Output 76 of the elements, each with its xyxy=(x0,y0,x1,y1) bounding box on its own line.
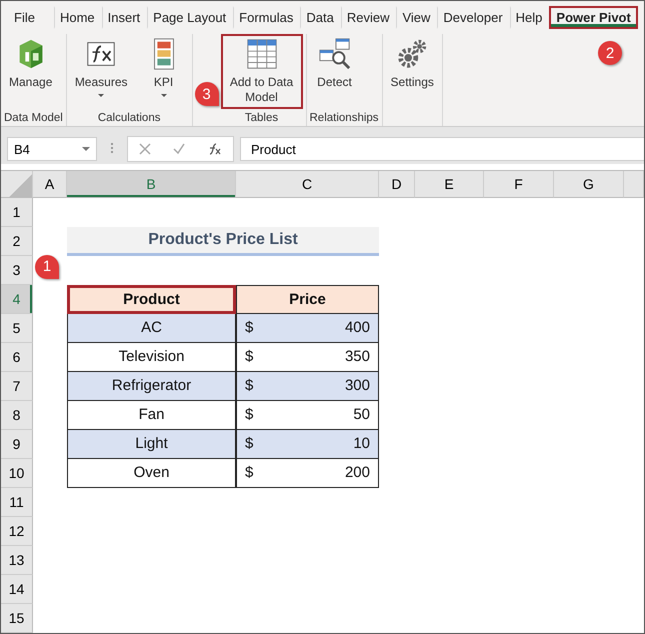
callout-marker: 1 xyxy=(35,254,59,279)
ribbon-tab[interactable]: Formulas xyxy=(233,6,300,30)
row-header[interactable]: 8 xyxy=(1,400,33,430)
ribbon-tab[interactable]: Power Pivot xyxy=(549,6,638,30)
column-header[interactable] xyxy=(624,170,644,198)
price-value: 300 xyxy=(344,377,370,394)
ribbon-button[interactable]: KPI xyxy=(138,34,188,109)
table-cell: Oven xyxy=(67,458,236,488)
ribbon-tab[interactable]: Help xyxy=(510,6,550,30)
currency-sign: $ xyxy=(245,377,254,394)
row-header[interactable]: 5 xyxy=(1,314,33,343)
ribbon-button[interactable]: Detect xyxy=(310,34,360,109)
ribbon-tab[interactable]: Data xyxy=(300,6,341,30)
currency-sign: $ xyxy=(245,319,254,336)
group-label: Data Model xyxy=(4,112,63,126)
column-header[interactable]: E xyxy=(415,170,484,198)
price-value: 10 xyxy=(353,435,370,452)
formula-field[interactable]: Product xyxy=(240,137,644,162)
row-header[interactable]: 15 xyxy=(1,604,33,633)
row-header[interactable]: 14 xyxy=(1,574,33,604)
row-header[interactable]: 6 xyxy=(1,342,33,372)
table-icon xyxy=(244,37,278,72)
table-cell: Light xyxy=(67,430,236,459)
column-header[interactable]: A xyxy=(33,170,67,198)
column-header[interactable]: F xyxy=(484,170,554,198)
currency-sign: $ xyxy=(245,348,254,366)
group-label: Calculations xyxy=(96,112,162,126)
ribbon-button[interactable]: Add to Data Model xyxy=(220,34,302,109)
column-header[interactable]: G xyxy=(554,170,624,198)
price-value: 200 xyxy=(344,464,370,482)
ribbon-tab[interactable]: Review xyxy=(340,6,396,30)
ribbon-tab[interactable]: File xyxy=(9,6,42,30)
callout-marker: 3 xyxy=(194,82,218,106)
row-header[interactable]: 11 xyxy=(1,488,33,517)
row-header[interactable]: 10 xyxy=(1,458,33,488)
group-label: Tables xyxy=(244,112,280,126)
currency-sign: $ xyxy=(245,464,254,482)
caret-icon xyxy=(160,94,166,98)
group-label: Relationships xyxy=(310,112,379,126)
column-header[interactable]: C xyxy=(236,170,379,198)
caret-icon xyxy=(82,147,90,152)
column-header[interactable]: B xyxy=(67,170,236,198)
row-header[interactable]: 7 xyxy=(1,372,33,401)
currency-sign: $ xyxy=(245,406,254,424)
tables-magnifier-icon xyxy=(318,37,352,72)
caret-icon xyxy=(98,94,104,98)
price-value: 350 xyxy=(344,348,370,366)
ribbon-button[interactable]: Manage xyxy=(4,34,58,109)
cancel-icon[interactable] xyxy=(139,143,152,156)
check-icon[interactable] xyxy=(173,143,186,156)
row-header[interactable]: 13 xyxy=(1,546,33,575)
ribbon-tab[interactable]: Page Layout xyxy=(147,6,234,30)
price-value: 400 xyxy=(344,319,370,336)
ribbon-tab[interactable]: Insert xyxy=(102,6,148,30)
column-header[interactable]: D xyxy=(379,170,415,198)
table-cell: AC xyxy=(67,314,236,343)
table-cell: Refrigerator xyxy=(67,372,236,401)
row-header[interactable]: 12 xyxy=(1,516,33,546)
table-header: Product xyxy=(67,284,236,314)
ribbon-tab[interactable]: Developer xyxy=(437,6,510,30)
function-icon[interactable] xyxy=(208,143,222,156)
row-header[interactable]: 2 xyxy=(1,226,33,256)
sheet-title: Product's Price List xyxy=(67,226,379,256)
row-header[interactable]: 4 xyxy=(1,284,33,314)
ribbon-button[interactable]: Measures xyxy=(70,34,132,109)
ribbon-button[interactable]: Settings xyxy=(386,34,439,123)
row-header[interactable]: 1 xyxy=(1,198,33,227)
ribbon-tab[interactable]: Home xyxy=(54,6,102,30)
row-header[interactable]: 3 xyxy=(1,256,33,285)
select-all-corner[interactable] xyxy=(1,170,33,198)
currency-sign: $ xyxy=(245,435,254,452)
ribbon-tab[interactable]: View xyxy=(396,6,438,30)
price-value: 50 xyxy=(353,406,370,424)
table-header: Price xyxy=(236,284,379,314)
name-box[interactable]: B4 xyxy=(7,137,97,162)
row-header[interactable]: 9 xyxy=(1,430,33,459)
